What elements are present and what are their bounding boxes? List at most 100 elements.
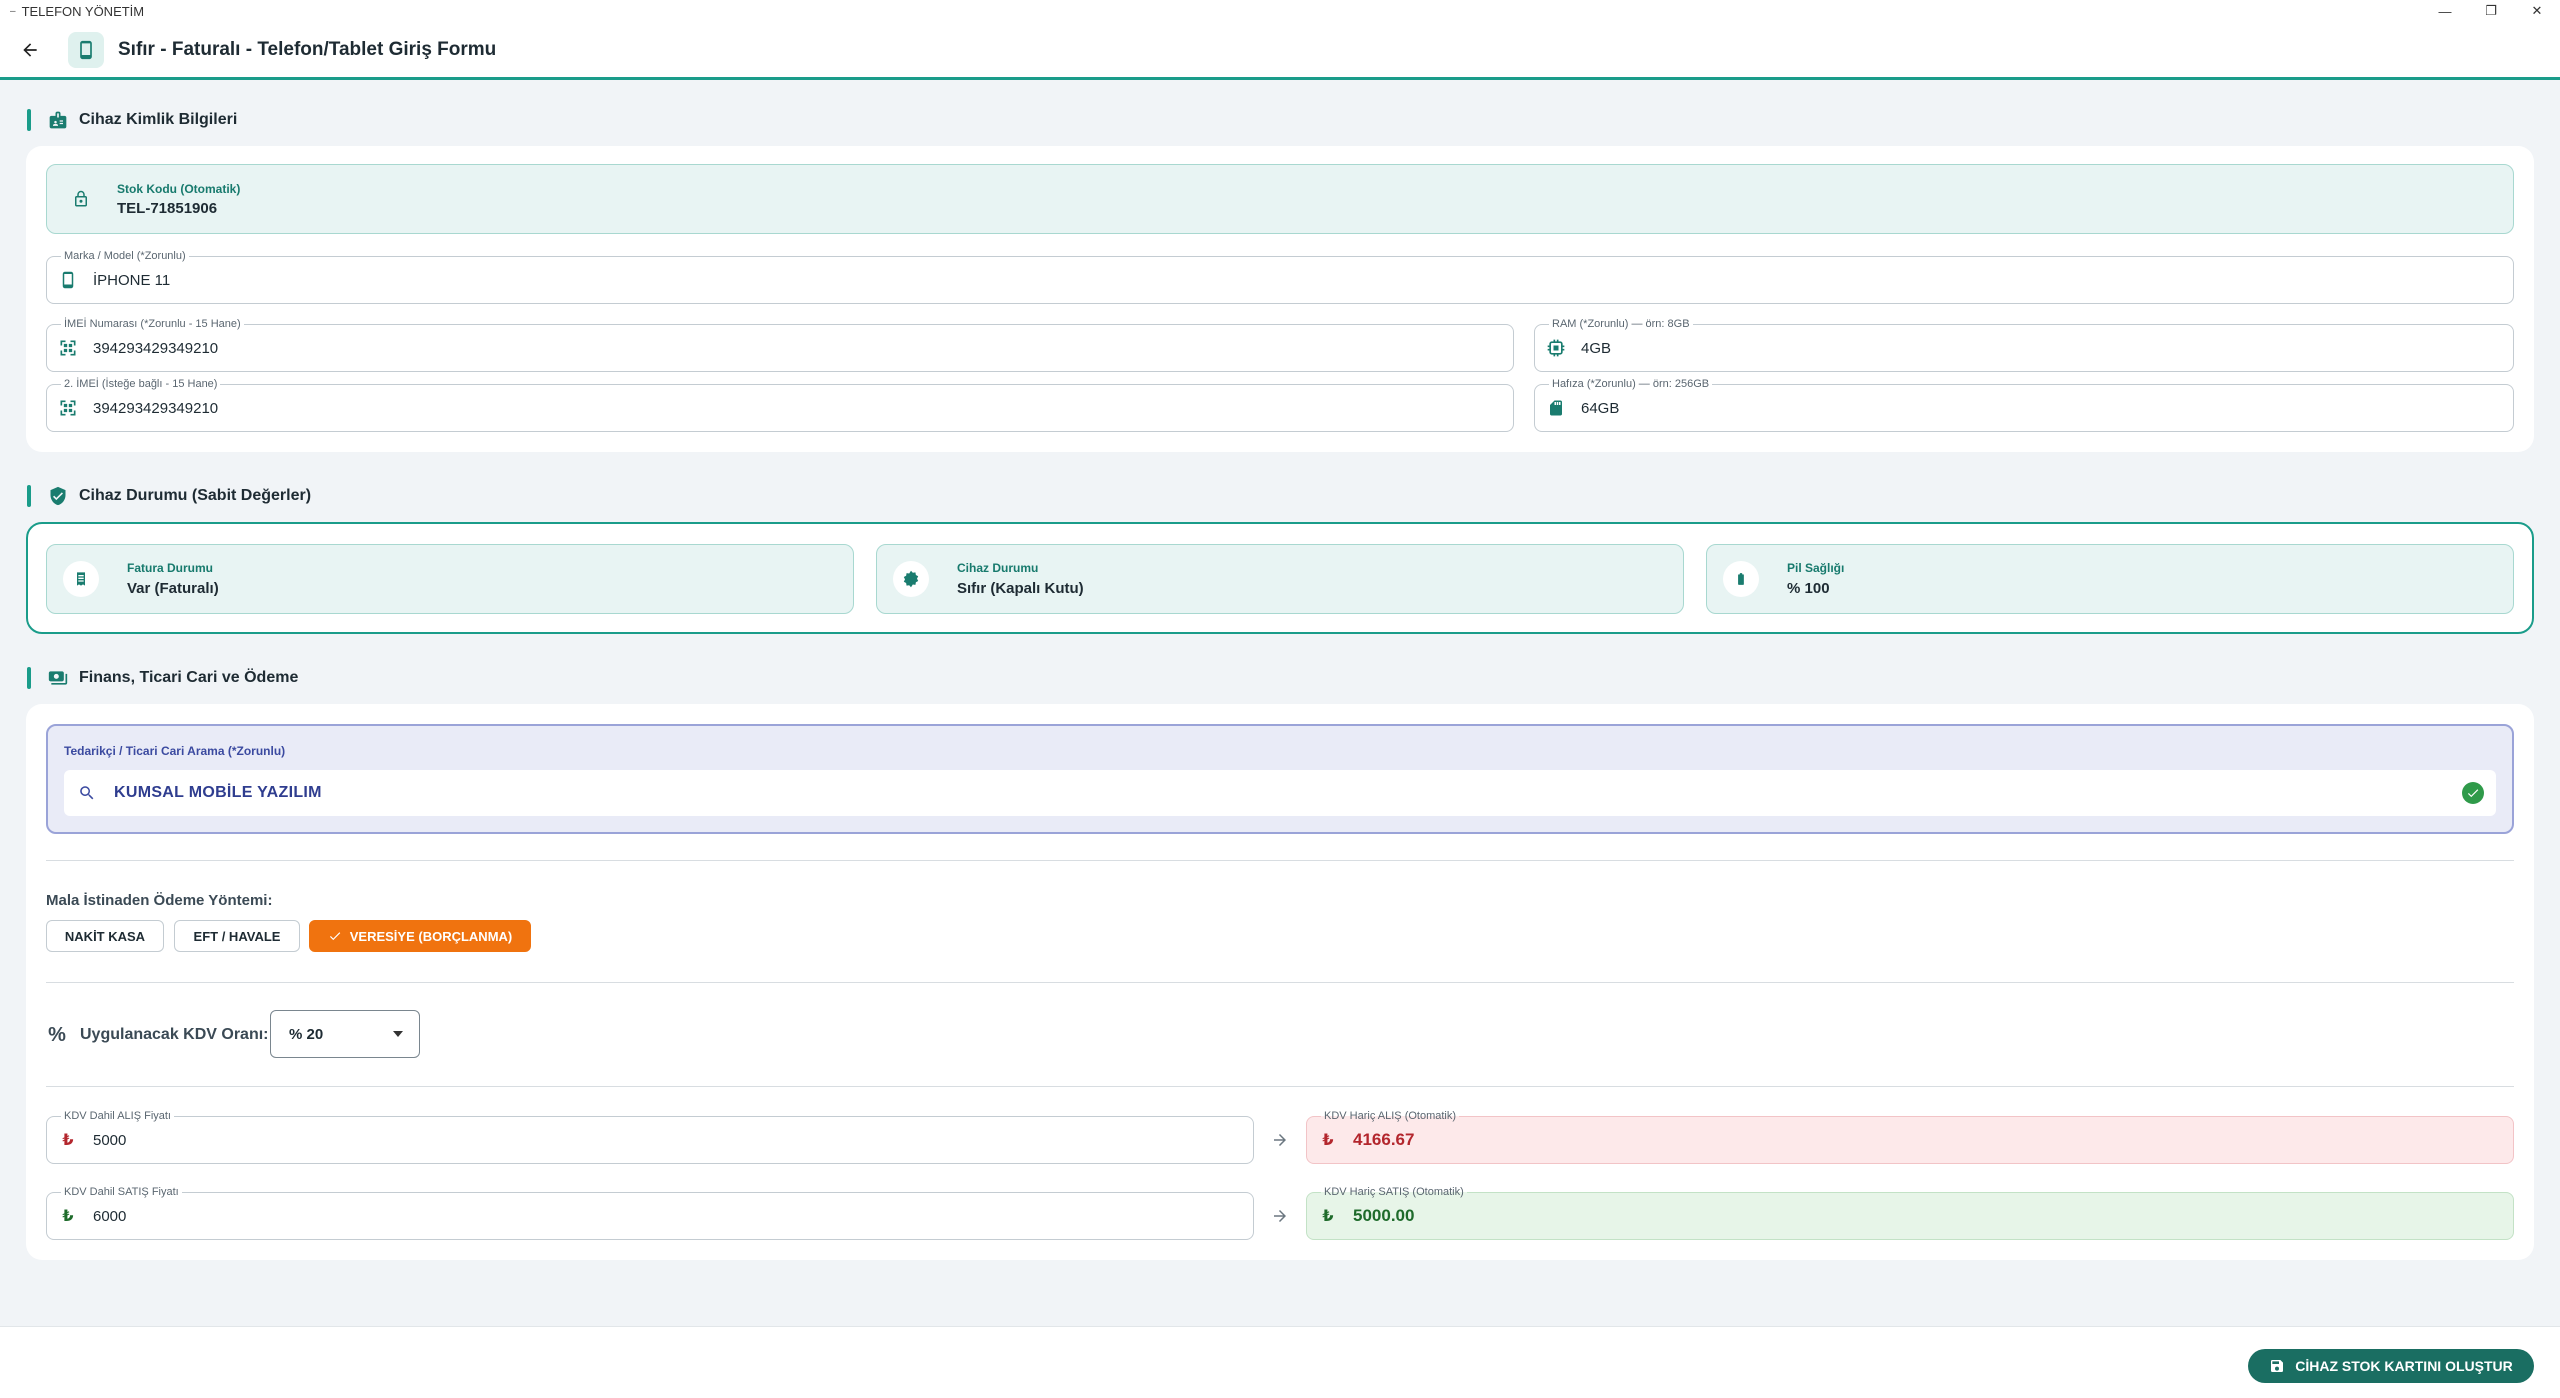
invoice-status-value: Var (Faturalı) <box>127 580 219 597</box>
sd-card-icon <box>1545 397 1567 419</box>
arrow-left-icon <box>23 42 37 57</box>
app-menu-icon: – <box>10 5 16 17</box>
qr-scan-icon <box>57 397 79 419</box>
lira-icon: ₺ <box>1322 1132 1334 1149</box>
check-icon <box>328 929 342 943</box>
lira-icon: ₺ <box>1322 1208 1334 1225</box>
section-finance-title: Finans, Ticari Cari ve Ödeme <box>27 666 298 690</box>
device-status-label: Cihaz Durumu <box>957 561 1039 575</box>
brand-model-value: İPHONE 11 <box>93 271 171 289</box>
storage-input[interactable]: Hafıza (*Zorunlu) — örn: 256GB 64GB <box>1534 377 2514 432</box>
section-status-title: Cihaz Durumu (Sabit Değerler) <box>27 484 311 508</box>
supplier-search-box: Tedarikçi / Ticari Cari Arama (*Zorunlu)… <box>46 724 2514 834</box>
buy-price-excl-value: 4166.67 <box>1353 1130 1415 1149</box>
sell-price-excl-value: 5000.00 <box>1353 1206 1415 1225</box>
supplier-search-value: KUMSAL MOBİLE YAZILIM <box>114 784 322 801</box>
brand-model-label: Marka / Model (*Zorunlu) <box>61 249 189 263</box>
lock-icon <box>63 181 99 217</box>
window-titlebar: – TELEFON YÖNETİM — ❐ ✕ <box>0 0 2560 22</box>
section-identity-title: Cihaz Kimlik Bilgileri <box>27 108 237 132</box>
payment-method-title: Mala İstinaden Ödeme Yöntemi: <box>46 892 273 909</box>
create-stock-card-label: CİHAZ STOK KARTINI OLUŞTUR <box>2295 1358 2513 1374</box>
supplier-search-label: Tedarikçi / Ticari Cari Arama (*Zorunlu) <box>64 744 286 758</box>
buy-price-excl-field: KDV Hariç ALIŞ (Otomatik) ₺ 4166.67 <box>1306 1109 2514 1164</box>
battery-status-tile: Pil Sağlığı % 100 <box>1706 544 2514 614</box>
page-title: Sıfır - Faturalı - Telefon/Tablet Giriş … <box>118 38 497 60</box>
chip-icon <box>1545 337 1567 359</box>
buy-price-excl-label: KDV Hariç ALIŞ (Otomatik) <box>1321 1109 1460 1123</box>
device-status-tile: Cihaz Durumu Sıfır (Kapalı Kutu) <box>876 544 1684 614</box>
arrow-right-icon <box>1268 1204 1292 1228</box>
imei2-label: 2. İMEİ (İsteğe bağlı - 15 Hane) <box>61 377 221 391</box>
check-circle-icon <box>2462 782 2484 804</box>
battery-status-label: Pil Sağlığı <box>1787 561 1845 575</box>
lira-icon: ₺ <box>62 1132 74 1149</box>
shield-check-icon <box>47 485 69 507</box>
payment-cash-button[interactable]: NAKİT KASA <box>46 920 164 952</box>
close-button[interactable]: ✕ <box>2514 0 2560 22</box>
payment-credit-button[interactable]: VERESİYE (BORÇLANMA) <box>309 920 531 952</box>
imei1-label: İMEİ Numarası (*Zorunlu - 15 Hane) <box>61 317 244 331</box>
new-badge-icon <box>893 561 929 597</box>
kdv-rate-label: Uygulanacak KDV Oranı: <box>80 1026 269 1043</box>
back-button[interactable] <box>12 32 48 68</box>
section-accent-bar <box>27 667 31 689</box>
chevron-down-icon <box>393 1031 403 1037</box>
minimize-button[interactable]: — <box>2422 0 2468 22</box>
sell-price-excl-field: KDV Hariç SATIŞ (Otomatik) ₺ 5000.00 <box>1306 1185 2514 1240</box>
divider <box>46 1086 2514 1087</box>
sell-price-incl-label: KDV Dahil SATIŞ Fiyatı <box>61 1185 182 1199</box>
sell-price-excl-label: KDV Hariç SATIŞ (Otomatik) <box>1321 1185 1467 1199</box>
percent-icon: % <box>48 1023 66 1046</box>
app-title-text: TELEFON YÖNETİM <box>21 3 145 19</box>
sell-price-incl-input[interactable]: KDV Dahil SATIŞ Fiyatı ₺ 6000 <box>46 1185 1254 1240</box>
buy-price-incl-label: KDV Dahil ALIŞ Fiyatı <box>61 1109 174 1123</box>
page-icon <box>68 31 104 68</box>
app-header: Sıfır - Faturalı - Telefon/Tablet Giriş … <box>0 22 2560 80</box>
section-finance-label: Finans, Ticari Cari ve Ödeme <box>79 669 299 686</box>
status-card: Fatura Durumu Var (Faturalı) Cihaz Durum… <box>26 522 2534 634</box>
restore-button[interactable]: ❐ <box>2468 0 2514 22</box>
divider <box>46 982 2514 983</box>
search-icon <box>76 782 98 804</box>
ram-label: RAM (*Zorunlu) — örn: 8GB <box>1549 317 1693 331</box>
section-accent-bar <box>27 109 31 131</box>
badge-icon <box>47 109 69 131</box>
supplier-search-input[interactable]: KUMSAL MOBİLE YAZILIM <box>64 770 2496 816</box>
buy-price-incl-input[interactable]: KDV Dahil ALIŞ Fiyatı ₺ 5000 <box>46 1109 1254 1164</box>
smartphone-icon <box>80 40 92 59</box>
qr-scan-icon <box>57 337 79 359</box>
imei1-value: 394293429349210 <box>93 339 219 357</box>
identity-card: Stok Kodu (Otomatik) TEL-71851906 Marka … <box>26 146 2534 452</box>
buy-price-incl-value: 5000 <box>93 1131 127 1149</box>
battery-icon <box>1723 561 1759 597</box>
imei2-value: 394293429349210 <box>93 399 219 417</box>
invoice-status-label: Fatura Durumu <box>127 561 214 575</box>
invoice-status-tile: Fatura Durumu Var (Faturalı) <box>46 544 854 614</box>
create-stock-card-button[interactable]: CİHAZ STOK KARTINI OLUŞTUR <box>2248 1349 2534 1383</box>
section-accent-bar <box>27 485 31 507</box>
window-controls: — ❐ ✕ <box>2422 0 2560 22</box>
device-status-value: Sıfır (Kapalı Kutu) <box>957 580 1084 597</box>
sell-price-incl-value: 6000 <box>93 1207 127 1225</box>
stock-code-value: TEL-71851906 <box>117 199 218 217</box>
section-identity-label: Cihaz Kimlik Bilgileri <box>79 111 238 128</box>
kdv-rate-select[interactable]: % 20 <box>270 1010 420 1058</box>
kdv-rate-value: % 20 <box>289 1025 324 1043</box>
save-icon <box>2269 1358 2285 1374</box>
receipt-icon <box>63 561 99 597</box>
payment-credit-label: VERESİYE (BORÇLANMA) <box>349 928 513 944</box>
storage-value: 64GB <box>1581 399 1620 417</box>
brand-model-input[interactable]: Marka / Model (*Zorunlu) İPHONE 11 <box>46 249 2514 304</box>
ram-input[interactable]: RAM (*Zorunlu) — örn: 8GB 4GB <box>1534 317 2514 372</box>
payment-eft-button[interactable]: EFT / HAVALE <box>174 920 300 952</box>
bottom-action-bar: CİHAZ STOK KARTINI OLUŞTUR <box>0 1326 2560 1398</box>
section-status-label: Cihaz Durumu (Sabit Değerler) <box>79 487 312 504</box>
battery-status-value: % 100 <box>1787 580 1830 597</box>
imei1-input[interactable]: İMEİ Numarası (*Zorunlu - 15 Hane) 39429… <box>46 317 1514 372</box>
app-title: – TELEFON YÖNETİM <box>10 4 144 19</box>
divider <box>46 860 2514 861</box>
imei2-input[interactable]: 2. İMEİ (İsteğe bağlı - 15 Hane) 3942934… <box>46 377 1514 432</box>
ram-value: 4GB <box>1581 339 1612 357</box>
lira-icon: ₺ <box>62 1208 74 1225</box>
